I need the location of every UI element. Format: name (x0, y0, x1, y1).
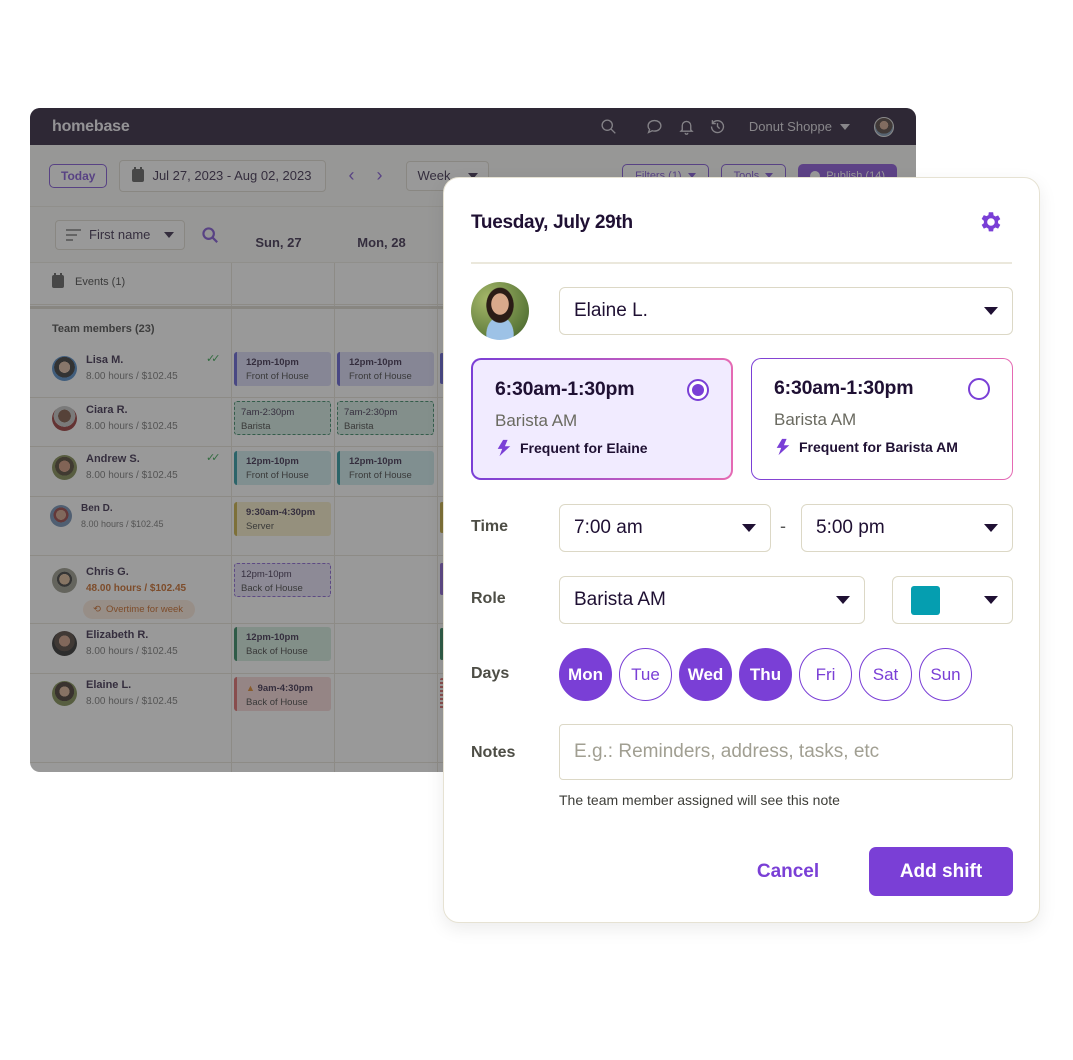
day-toggle-mon[interactable]: Mon (559, 648, 612, 701)
time-label: Time (471, 518, 509, 535)
start-time-select[interactable]: 7:00 am (559, 504, 771, 552)
add-shift-modal: Tuesday, July 29th Elaine L. 6:30am-1:30… (443, 177, 1040, 923)
suggested-shift-time: 6:30am-1:30pm (774, 377, 914, 399)
role-label: Role (471, 590, 506, 607)
radio-unselected[interactable] (968, 378, 990, 400)
employee-select-value: Elaine L. (574, 300, 648, 321)
chevron-down-icon (984, 307, 998, 315)
modal-title: Tuesday, July 29th (471, 212, 633, 233)
radio-selected[interactable] (687, 379, 709, 401)
suggested-shift-note: Frequent for Barista AM (799, 439, 958, 455)
time-separator: - (780, 516, 786, 536)
lightning-icon (497, 439, 511, 457)
lightning-icon (776, 438, 790, 456)
day-toggle-sun[interactable]: Sun (919, 648, 972, 701)
day-toggle-wed[interactable]: Wed (679, 648, 732, 701)
notes-label: Notes (471, 744, 516, 761)
add-shift-button[interactable]: Add shift (869, 847, 1013, 896)
notes-hint: The team member assigned will see this n… (559, 792, 840, 808)
employee-select[interactable]: Elaine L. (559, 287, 1013, 335)
employee-avatar (471, 282, 529, 340)
role-select-value: Barista AM (574, 589, 666, 610)
days-label: Days (471, 665, 510, 682)
role-color-select[interactable] (892, 576, 1013, 624)
color-swatch (911, 585, 940, 615)
cancel-button[interactable]: Cancel (738, 848, 838, 896)
chevron-down-icon (742, 524, 756, 532)
suggested-shift-card[interactable]: 6:30am-1:30pm Barista AM Frequent for Ba… (751, 358, 1013, 480)
days-selector: Mon Tue Wed Thu Fri Sat Sun (559, 648, 972, 701)
day-toggle-fri[interactable]: Fri (799, 648, 852, 701)
suggested-shift-role: Barista AM (495, 411, 578, 430)
chevron-down-icon (836, 596, 850, 604)
divider (471, 262, 1012, 264)
day-toggle-tue[interactable]: Tue (619, 648, 672, 701)
gear-icon[interactable] (977, 209, 1003, 235)
start-time-value: 7:00 am (574, 517, 643, 538)
day-toggle-thu[interactable]: Thu (739, 648, 792, 701)
chevron-down-icon (984, 524, 998, 532)
suggested-shift-time: 6:30am-1:30pm (495, 378, 635, 400)
suggested-shift-role: Barista AM (774, 410, 857, 429)
end-time-value: 5:00 pm (816, 517, 885, 538)
notes-input[interactable] (559, 724, 1013, 780)
day-toggle-sat[interactable]: Sat (859, 648, 912, 701)
suggested-shift-note: Frequent for Elaine (520, 440, 648, 456)
chevron-down-icon (984, 596, 998, 604)
suggested-shift-card[interactable]: 6:30am-1:30pm Barista AM Frequent for El… (471, 358, 733, 480)
role-select[interactable]: Barista AM (559, 576, 865, 624)
end-time-select[interactable]: 5:00 pm (801, 504, 1013, 552)
